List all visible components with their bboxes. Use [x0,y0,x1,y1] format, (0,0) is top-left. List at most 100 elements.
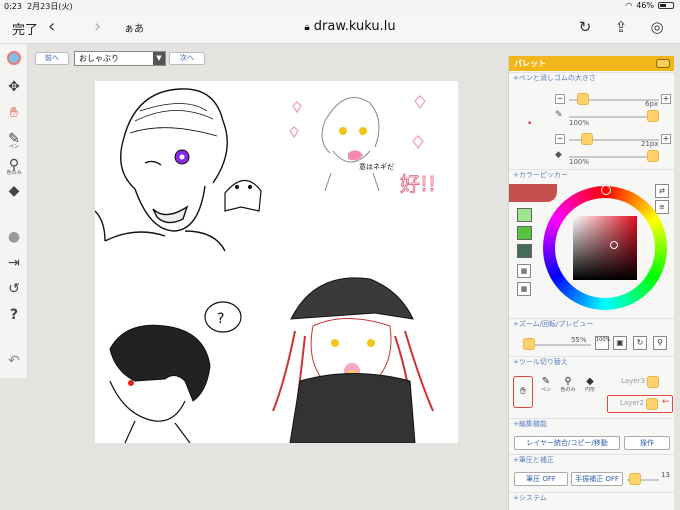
palette-toggle[interactable] [656,59,670,68]
pen-tool[interactable]: ✎ ペン [3,128,25,150]
eraser-icon[interactable]: ◆ [3,180,25,202]
brush-dot-icon: • [527,119,533,129]
section-zoom[interactable]: +ズーム/回転/プレビュー [509,318,675,330]
stabilizer-toggle[interactable]: 手振補正 OFF [571,472,623,486]
pressure-toggle[interactable]: 筆圧 OFF [514,472,568,486]
help-icon[interactable]: ? [3,304,25,326]
eraser-size-value: 21px [641,140,659,148]
swatch-grid-add-icon[interactable]: ▦ [517,264,531,278]
section-brush-size[interactable]: +ペンと消しゴムの大きさ [509,72,675,84]
layer-row-layer2[interactable]: Layer2 ← [607,395,673,413]
hand-icon[interactable]: ✋︎ [3,102,25,124]
pen-label: ペン [8,144,19,150]
hand-icon: ✋︎ [520,386,526,397]
pen-size-plus[interactable]: + [661,94,671,104]
preview-icon[interactable]: ⚲ [653,336,667,350]
palette-panel: パレット +ペンと消しゴムの大きさ • − + 6px ✎ 100% − + 2… [508,56,675,510]
color-swatch-1[interactable] [517,208,532,222]
fit-screen-icon[interactable]: ▣ [613,336,627,350]
eraser-size-minus[interactable]: − [555,134,565,144]
tool-pen-label: ペン [540,387,551,393]
dropper-icon: ⚲ [564,376,572,387]
saturation-box[interactable] [573,216,637,280]
rotate-icon[interactable]: ↻ [633,336,647,350]
zoom-reset-button[interactable]: 100% [595,336,610,350]
canvas-speech: ? [217,311,224,327]
chevron-right-icon[interactable]: › [94,16,101,37]
text-size-button[interactable]: ぁあ [124,20,144,35]
hue-ring[interactable] [543,185,667,310]
chevron-left-icon[interactable]: ‹ [48,16,55,37]
color-wheel-icon[interactable] [3,50,25,72]
layer-select[interactable]: おしゃぶり ▼ [74,51,166,66]
section-color-picker[interactable]: +カラーピッカー [509,169,675,181]
color-swatch-3[interactable] [517,244,532,258]
zoom-value: 55% [571,336,587,344]
wifi-icon: ◠ [625,1,633,10]
merge-copy-move-button[interactable]: レイヤー統合/コピー/移動 [514,436,620,450]
color-swatch-2[interactable] [517,226,532,240]
dropper-tool-button[interactable]: ⚲ 色のみ [559,376,577,400]
pen-tool-button[interactable]: ✎ ペン [537,376,555,400]
layer2-name: Layer2 [620,399,644,407]
reload-icon[interactable]: ↻ [576,18,594,36]
section-system[interactable]: +システム [509,492,675,504]
pen-size-knob[interactable] [576,93,589,105]
hue-handle[interactable] [601,185,611,195]
eraser-icon: ◆ [586,376,594,387]
pen-size-minus[interactable]: − [555,94,565,104]
section-pressure[interactable]: +筆圧と補正 [509,454,675,466]
sv-handle[interactable] [610,241,618,249]
zoom-knob[interactable] [523,338,535,350]
status-bar: 0:23 2月23日(火) ◠ 46% [0,0,680,12]
done-button[interactable]: 完了 [12,19,38,38]
section-edit[interactable]: +編集機能 [509,418,675,430]
battery-percent: 46% [636,1,654,10]
dropper-tool[interactable]: ⚲ 色のみ [3,154,25,176]
exit-icon[interactable]: ⇥ [3,252,25,274]
eraser-icon: ◆ [555,150,562,160]
primary-color-swatch[interactable] [509,184,557,202]
tool-dropper-label: 色のみ [560,387,576,393]
eraser-opacity-knob[interactable] [647,150,659,162]
section-tool-switch[interactable]: +ツール切り替え [509,356,675,368]
status-time: 0:23 [4,2,22,11]
arrow-left-icon: ← [662,397,670,407]
pen-opacity-slider[interactable] [569,116,659,118]
chevron-down-icon: ▼ [153,52,165,65]
operate-button[interactable]: 操作 [624,436,670,450]
color-list-icon[interactable]: ≡ [655,200,669,214]
url-text: draw.kuku.lu [313,19,396,34]
compass-icon[interactable]: ◎ [648,18,666,36]
layer3-name: Layer3 [621,377,645,385]
pen-opacity-value: 100% [569,119,590,127]
palette-title: パレット [514,59,546,68]
battery-icon [658,2,674,9]
chat-icon[interactable]: ● [3,226,25,248]
pen-opacity-knob[interactable] [647,110,659,122]
pen-icon: ✎ [555,110,563,120]
layer3-thumb [647,376,659,388]
eraser-opacity-value: 100% [569,158,590,166]
pen-icon: ✎ [541,376,551,387]
color-swap-icon[interactable]: ⇄ [655,184,669,198]
move-icon[interactable]: ✥ [3,76,25,98]
prev-layer-button[interactable]: 前へ [35,52,69,65]
url-bar[interactable]: 🔒︎ draw.kuku.lu [280,19,420,34]
eraser-size-knob[interactable] [580,133,593,145]
hand-tool-button[interactable]: ✋︎ [513,376,533,408]
drawing-canvas[interactable]: 意はネギだ 好!! ? [95,81,458,443]
eraser-size-plus[interactable]: + [661,134,671,144]
stabilizer-knob[interactable] [629,473,641,485]
share-icon[interactable]: ⇪ [612,18,630,36]
layer-row-layer3[interactable]: Layer3 [609,376,669,390]
status-date: 2月23日(火) [27,2,73,11]
canvas-artwork: 意はネギだ 好!! ? [95,88,436,443]
circle-tool-button[interactable]: ◆ 円形 [581,376,599,400]
undo-icon[interactable]: ↶ [3,350,25,372]
canvas-love-text: 好!! [400,172,436,196]
next-layer-button[interactable]: 次へ [169,52,205,65]
undo-rotate-icon[interactable]: ↺ [3,278,25,300]
swatch-grid-icon[interactable]: ▦ [517,282,531,296]
palette-header: パレット [509,56,674,71]
